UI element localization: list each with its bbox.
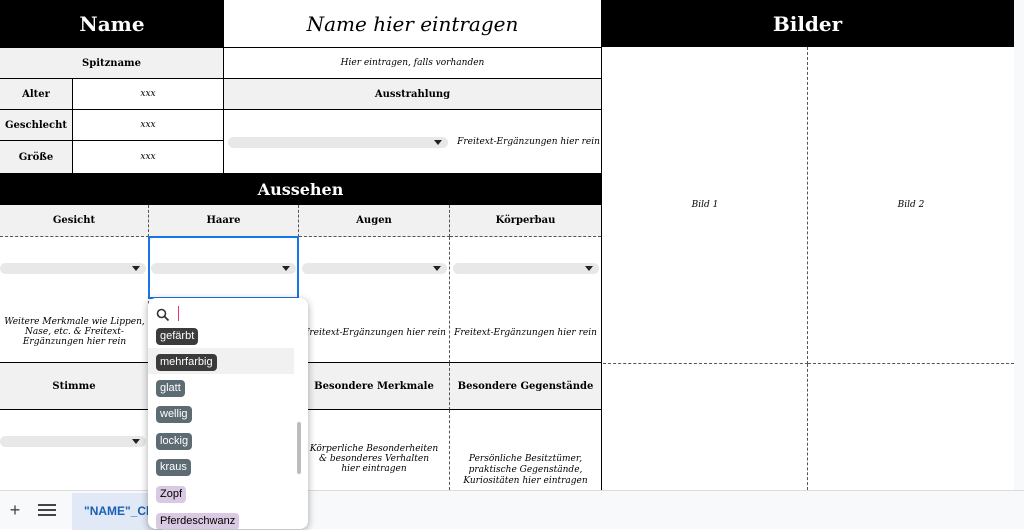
charisma-dropdown[interactable] <box>228 137 448 148</box>
option-chip[interactable]: gefärbt <box>156 328 199 345</box>
build-note: Freitext-Ergänzungen hier rein <box>454 328 597 338</box>
height-value-cell[interactable]: xxx <box>73 141 224 173</box>
age-label-cell: Alter <box>0 79 73 110</box>
menu-icon[interactable] <box>38 501 56 519</box>
voice-label: Stimme <box>52 380 96 392</box>
option-chip[interactable]: mehrfarbig <box>156 354 217 371</box>
face-cell: Weitere Merkmale wie Lippen, Nase, etc. … <box>0 237 149 363</box>
col-eyes-header: Augen <box>299 205 450 237</box>
items-cell[interactable]: Persönliche Besitztümer, praktische Gege… <box>450 410 601 490</box>
appearance-header: Aussehen <box>0 173 601 205</box>
option-list: gefärbt mehrfarbig glatt wellig lockig kraus Z… <box>148 298 294 529</box>
gender-value: xxx <box>140 120 156 130</box>
name-value: Name hier eintragen <box>306 11 519 36</box>
chevron-down-icon <box>433 266 441 271</box>
face-note-cell: Weitere Merkmale wie Lippen, Nase, etc. … <box>2 317 147 347</box>
build-cell: Freitext-Ergänzungen hier rein <box>450 237 601 363</box>
sheet-tab-label: "NAME"_Ch <box>84 504 154 518</box>
voice-cell <box>0 410 149 490</box>
option-chip[interactable]: glatt <box>156 380 185 397</box>
charisma-label: Ausstrahlung <box>374 88 451 100</box>
col-eyes-label: Augen <box>356 215 392 226</box>
image1-cell[interactable]: Bild 1 <box>603 47 808 364</box>
face-note: Weitere Merkmale wie Lippen, Nase, etc. … <box>4 317 145 347</box>
gender-label: Geschlecht <box>4 119 68 131</box>
image2-cell[interactable]: Bild 2 <box>808 47 1014 364</box>
features-cell[interactable]: Körperliche Besonderheiten & besonderes … <box>299 410 450 490</box>
age-label: Alter <box>22 88 50 100</box>
chevron-down-icon <box>585 266 593 271</box>
plus-icon[interactable]: + <box>6 501 24 519</box>
age-value-cell[interactable]: xxx <box>73 79 224 110</box>
voice-header: Stimme <box>0 363 149 410</box>
option-chip[interactable]: wellig <box>156 406 192 423</box>
name-label: Name <box>79 11 145 36</box>
right-gutter <box>1014 0 1024 529</box>
age-value: xxx <box>140 89 156 99</box>
chevron-down-icon <box>132 439 140 444</box>
col-hair-label: Haare <box>206 215 241 226</box>
eyes-note-cell: Freitext-Ergänzungen hier rein <box>299 325 450 341</box>
charisma-text-cell: Freitext-Ergänzungen hier rein <box>456 130 601 154</box>
charisma-text: Freitext-Ergänzungen hier rein <box>457 137 600 147</box>
items-header: Besondere Gegenstände <box>450 363 601 410</box>
image4-cell[interactable] <box>808 364 1014 490</box>
voice-dropdown[interactable] <box>0 436 146 447</box>
charisma-value-cell: Freitext-Ergänzungen hier rein <box>224 110 601 173</box>
items-text: Persönliche Besitztümer, praktische Gege… <box>463 454 588 486</box>
col-face-header: Gesicht <box>0 205 149 237</box>
col-build-header: Körperbau <box>450 205 601 237</box>
eyes-note: Freitext-Ergänzungen hier rein <box>303 328 446 338</box>
nickname-value-cell[interactable]: Hier eintragen, falls vorhanden <box>224 47 601 79</box>
height-label-cell: Größe <box>0 141 73 173</box>
chevron-down-icon <box>132 266 140 271</box>
image2-label: Bild 2 <box>897 200 925 210</box>
images-header: Bilder <box>601 0 1014 47</box>
gender-label-cell: Geschlecht <box>0 110 73 141</box>
option-chip[interactable]: lockig <box>156 433 193 450</box>
nickname-label: Spitzname <box>81 57 141 69</box>
selected-cell-outline <box>148 236 299 299</box>
features-text: Körperliche Besonderheiten & besonderes … <box>309 444 439 474</box>
hair-options-popup: gefärbt mehrfarbig glatt wellig lockig kraus Z… <box>148 298 308 529</box>
face-dropdown[interactable] <box>0 263 146 274</box>
eyes-cell: Freitext-Ergänzungen hier rein <box>299 237 450 363</box>
features-header: Besondere Merkmale <box>299 363 450 410</box>
height-value: xxx <box>140 152 156 162</box>
images-title: Bilder <box>772 11 843 36</box>
col-face-label: Gesicht <box>52 215 96 226</box>
col-build-label: Körperbau <box>495 215 556 226</box>
nickname-label-cell: Spitzname <box>0 47 224 79</box>
appearance-title: Aussehen <box>257 179 344 199</box>
col-hair-header: Haare <box>149 205 299 237</box>
option-chip[interactable]: kraus <box>156 459 191 476</box>
option-chip[interactable]: Pferdeschwanz <box>156 513 240 529</box>
chevron-down-icon <box>434 140 442 145</box>
gender-value-cell[interactable]: xxx <box>73 110 224 141</box>
popup-scrollbar[interactable] <box>297 422 301 474</box>
image3-cell[interactable] <box>603 364 808 490</box>
eyes-dropdown[interactable] <box>302 263 447 274</box>
items-label: Besondere Gegenstände <box>457 380 594 392</box>
charisma-label-cell: Ausstrahlung <box>224 79 601 110</box>
nickname-value: Hier eintragen, falls vorhanden <box>340 58 485 68</box>
name-header: Name <box>0 0 224 47</box>
features-label: Besondere Merkmale <box>314 380 434 392</box>
build-note-cell: Freitext-Ergänzungen hier rein <box>450 325 601 341</box>
name-value-cell[interactable]: Name hier eintragen <box>224 0 601 47</box>
image1-label: Bild 1 <box>691 200 719 210</box>
option-chip[interactable]: Zopf <box>156 486 187 503</box>
height-label: Größe <box>18 151 54 163</box>
build-dropdown[interactable] <box>453 263 599 274</box>
